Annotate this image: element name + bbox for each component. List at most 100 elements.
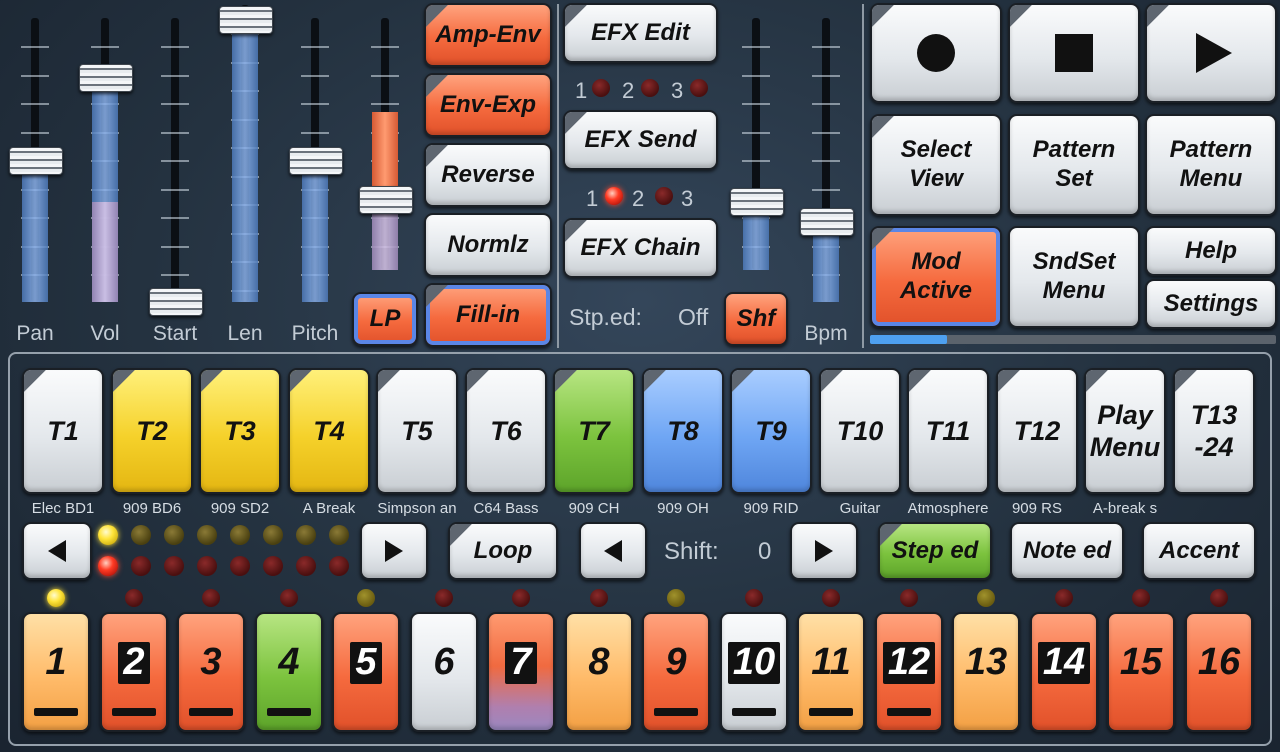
- fader-tick: [812, 75, 840, 77]
- track-button-4[interactable]: T4: [288, 368, 370, 494]
- fader-knob[interactable]: [359, 186, 413, 214]
- track-button-7[interactable]: T7: [553, 368, 635, 494]
- track-button-3[interactable]: T3: [199, 368, 281, 494]
- efx-send-slot-2-label: 2: [632, 186, 645, 211]
- fader-tick: [161, 132, 189, 134]
- fader-label-vol: Vol: [90, 322, 120, 345]
- step-number: 6: [433, 641, 455, 684]
- pattern-led: [296, 556, 316, 576]
- loop-button[interactable]: Loop: [448, 522, 558, 580]
- fader-knob[interactable]: [800, 208, 854, 236]
- step-edit-button[interactable]: Step ed: [878, 522, 992, 580]
- fader-knob[interactable]: [79, 64, 133, 92]
- step-button-15[interactable]: 15: [1107, 612, 1175, 732]
- fader-vol[interactable]: [79, 0, 133, 320]
- track-label: T10: [836, 415, 884, 446]
- track-button-13[interactable]: Play Menu: [1084, 368, 1166, 494]
- step-button-2[interactable]: 2: [100, 612, 168, 732]
- note-edit-button[interactable]: Note ed: [1010, 522, 1124, 580]
- fader-filter[interactable]: [359, 0, 413, 320]
- fader-pitch[interactable]: [289, 0, 343, 320]
- amp-env-button[interactable]: Amp-Env: [424, 3, 552, 67]
- step-button-12[interactable]: 12: [875, 612, 943, 732]
- step-button-13[interactable]: 13: [952, 612, 1020, 732]
- step-button-9[interactable]: 9: [642, 612, 710, 732]
- efx-chain-button[interactable]: EFX Chain: [563, 218, 718, 278]
- reverse-button[interactable]: Reverse: [424, 143, 552, 207]
- shuffle-button[interactable]: Shf: [724, 292, 788, 346]
- fader-efx[interactable]: [730, 0, 784, 320]
- efx-edit-button[interactable]: EFX Edit: [563, 3, 718, 63]
- step-button-5[interactable]: 5: [332, 612, 400, 732]
- stop-button[interactable]: [1008, 3, 1140, 103]
- step-button-4[interactable]: 4: [255, 612, 323, 732]
- track-button-2[interactable]: T2: [111, 368, 193, 494]
- efx-send-button[interactable]: EFX Send: [563, 110, 718, 170]
- step-led-6: [435, 589, 453, 607]
- fader-knob[interactable]: [149, 288, 203, 316]
- fader-pan[interactable]: [9, 0, 63, 320]
- track-button-10[interactable]: T10: [819, 368, 901, 494]
- fader-tick: [742, 160, 770, 162]
- fader-knob[interactable]: [219, 6, 273, 34]
- pattern-progress-bar: [870, 335, 1276, 344]
- fader-len[interactable]: [219, 0, 273, 320]
- pattern-prev-button[interactable]: [22, 522, 92, 580]
- track-button-9[interactable]: T9: [730, 368, 812, 494]
- step-button-7[interactable]: 7: [487, 612, 555, 732]
- fader-bpm[interactable]: [800, 0, 854, 320]
- step-button-16[interactable]: 16: [1185, 612, 1253, 732]
- env-exp-button[interactable]: Env-Exp: [424, 73, 552, 137]
- fill-in-button[interactable]: Fill-in: [424, 283, 552, 347]
- pattern-set-button[interactable]: Pattern Set: [1008, 114, 1140, 216]
- step-button-8[interactable]: 8: [565, 612, 633, 732]
- fader-knob[interactable]: [730, 188, 784, 216]
- step-button-10[interactable]: 10: [720, 612, 788, 732]
- step-led-1: [47, 589, 65, 607]
- shift-left-button[interactable]: [579, 522, 647, 580]
- shift-right-button[interactable]: [790, 522, 858, 580]
- pattern-led: [296, 525, 316, 545]
- step-led-16: [1210, 589, 1228, 607]
- lp-filter-button[interactable]: LP: [352, 292, 418, 346]
- arrow-right-icon: [385, 540, 403, 562]
- fader-knob[interactable]: [289, 147, 343, 175]
- record-button[interactable]: [870, 3, 1002, 103]
- settings-button[interactable]: Settings: [1145, 279, 1277, 329]
- step-button-11[interactable]: 11: [797, 612, 865, 732]
- fader-tick: [161, 46, 189, 48]
- track-button-5[interactable]: T5: [376, 368, 458, 494]
- step-button-6[interactable]: 6: [410, 612, 478, 732]
- step-number: 13: [964, 641, 1008, 684]
- fader-knob[interactable]: [9, 147, 63, 175]
- track-button-1[interactable]: T1: [22, 368, 104, 494]
- step-number: 12: [882, 641, 936, 684]
- pattern-menu-button[interactable]: Pattern Menu: [1145, 114, 1277, 216]
- step-button-14[interactable]: 14: [1030, 612, 1098, 732]
- sndset-menu-button[interactable]: SndSet Menu: [1008, 226, 1140, 328]
- step-led-14: [1055, 589, 1073, 607]
- help-button[interactable]: Help: [1145, 226, 1277, 276]
- track-button-8[interactable]: T8: [642, 368, 724, 494]
- track-sound-name: Guitar: [839, 500, 881, 517]
- track-button-12[interactable]: T12: [996, 368, 1078, 494]
- fader-start[interactable]: [149, 0, 203, 320]
- play-button[interactable]: [1145, 3, 1277, 103]
- track-button-14[interactable]: T13 -24: [1173, 368, 1255, 494]
- step-button-3[interactable]: 3: [177, 612, 245, 732]
- fader-tick: [21, 46, 49, 48]
- normalize-button[interactable]: Normlz: [424, 213, 552, 277]
- track-button-11[interactable]: T11: [907, 368, 989, 494]
- track-sound-name: 909 CH: [568, 500, 620, 517]
- track-label: T1: [47, 415, 79, 446]
- mod-active-button[interactable]: Mod Active: [870, 226, 1002, 328]
- accent-button[interactable]: Accent: [1142, 522, 1256, 580]
- select-view-button[interactable]: Select View: [870, 114, 1002, 216]
- track-sound-name: Elec BD1: [31, 500, 95, 517]
- step-button-1[interactable]: 1: [22, 612, 90, 732]
- track-button-6[interactable]: T6: [465, 368, 547, 494]
- record-icon: [917, 34, 955, 72]
- fader-label-bpm: Bpm: [804, 322, 848, 345]
- pattern-next-button[interactable]: [360, 522, 428, 580]
- select-view-line-2: View: [909, 165, 963, 192]
